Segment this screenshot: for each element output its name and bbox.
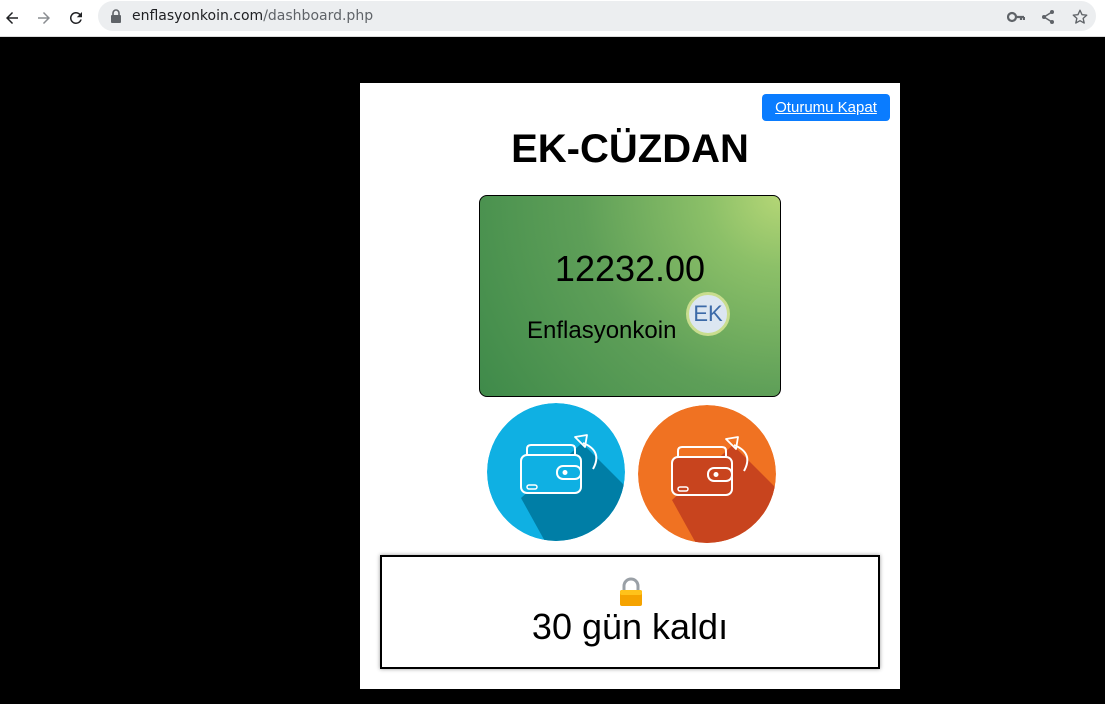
coin-name: Enflasyonkoin: [527, 317, 677, 344]
lock-countdown-box: 30 gün kaldı: [380, 555, 880, 669]
browser-toolbar: enflasyonkoin.com/dashboard.php: [0, 0, 1105, 37]
wallet-send-icon: [638, 405, 776, 543]
lock-icon: [111, 9, 121, 23]
url-text: enflasyonkoin.com/dashboard.php: [132, 8, 374, 24]
key-icon[interactable]: [1006, 7, 1026, 27]
back-icon[interactable]: [0, 6, 24, 30]
send-wallet-button[interactable]: [638, 405, 776, 543]
balance-amount: 12232.00: [554, 248, 706, 289]
balance-card: 12232.00 Enflasyonkoin EK: [479, 195, 781, 397]
logout-button[interactable]: Oturumu Kapat: [762, 94, 890, 121]
page-title: EK-CÜZDAN: [511, 127, 749, 171]
coin-logo-icon: EK: [686, 292, 730, 336]
forward-icon[interactable]: [32, 6, 56, 30]
address-bar[interactable]: enflasyonkoin.com/dashboard.php: [98, 1, 1096, 31]
receive-wallet-button[interactable]: [487, 403, 625, 541]
reload-icon[interactable]: [64, 6, 88, 30]
days-left-text: 30 gün kaldı: [531, 606, 729, 647]
lock-icon: [620, 577, 642, 606]
wallet-receive-icon: [487, 403, 625, 541]
star-icon[interactable]: [1070, 7, 1090, 27]
wallet-panel: Oturumu Kapat EK-CÜZDAN 12232.00 Enflasy…: [360, 83, 900, 689]
share-icon[interactable]: [1038, 7, 1058, 27]
